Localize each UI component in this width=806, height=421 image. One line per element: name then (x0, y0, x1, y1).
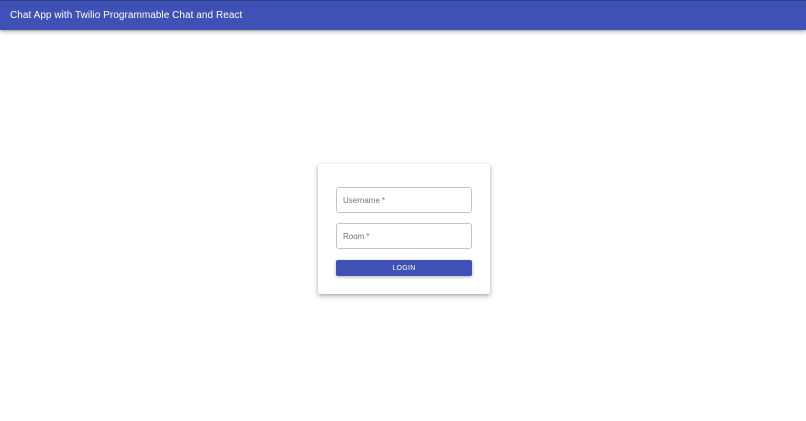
room-required-marker: * (366, 231, 370, 241)
username-required-marker: * (381, 195, 386, 205)
username-label: Username (343, 195, 380, 205)
room-field[interactable]: Room * (336, 223, 472, 249)
username-field[interactable]: Username * (336, 187, 472, 213)
room-label: Room (343, 231, 365, 241)
app-bar: Chat App with Twilio Programmable Chat a… (0, 0, 806, 30)
app-title: Chat App with Twilio Programmable Chat a… (10, 10, 243, 21)
login-button[interactable]: LOGIN (336, 260, 472, 276)
login-card: Username * Room * LOGIN (318, 164, 490, 294)
